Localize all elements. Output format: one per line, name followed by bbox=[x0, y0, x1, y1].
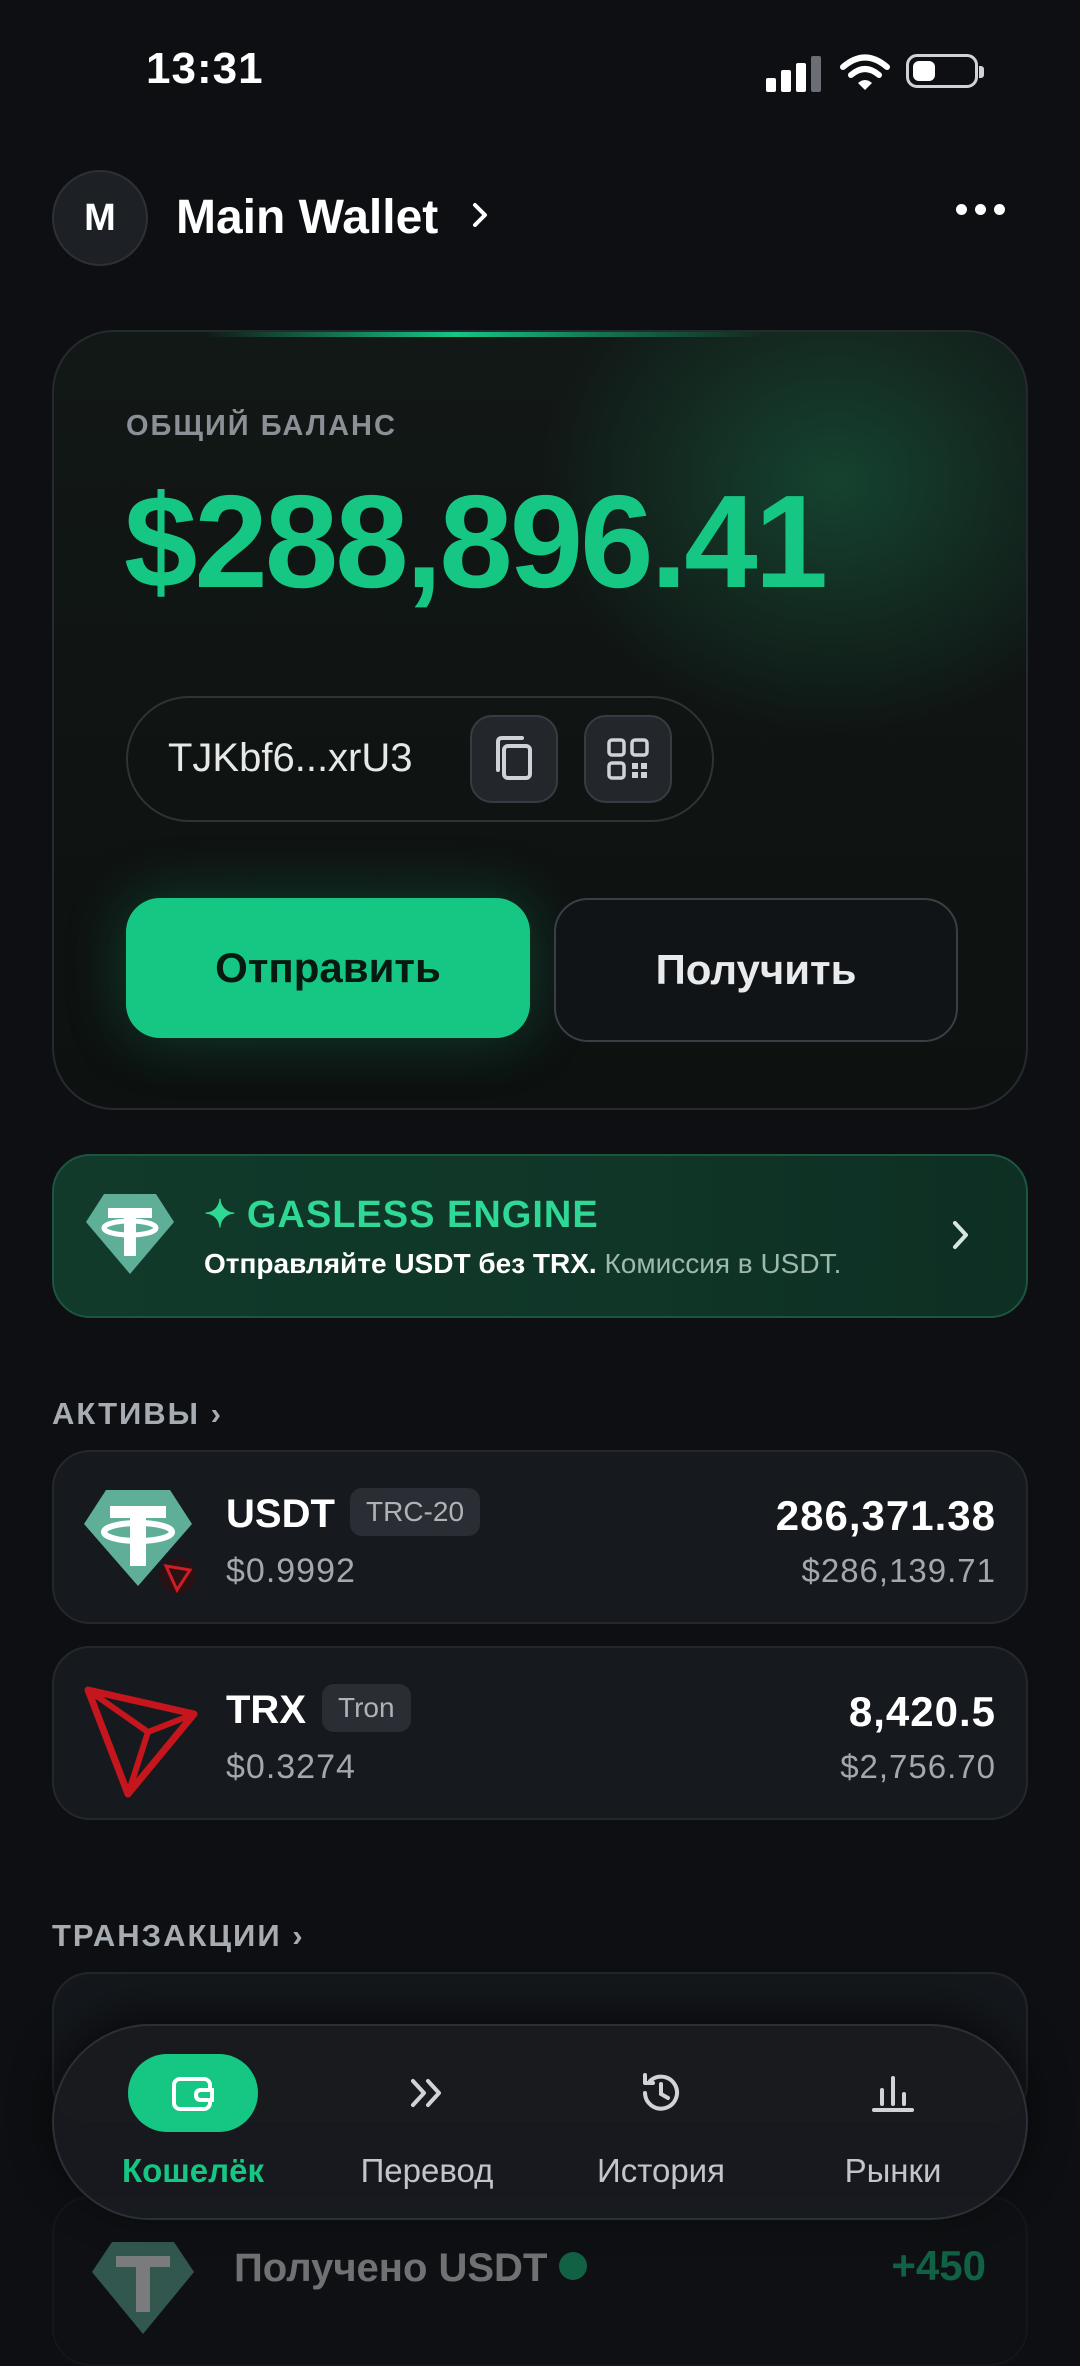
wallet-icon bbox=[172, 2077, 214, 2111]
address-pill: TJKbf6...xrU3 bbox=[126, 696, 714, 822]
nav-label: Рынки bbox=[844, 2152, 942, 2189]
gasless-title: ✦ GASLESS ENGINE bbox=[204, 1194, 599, 1236]
asset-usd-value: $286,139.71 bbox=[801, 1552, 996, 1589]
nav-label: Кошелёк bbox=[122, 2152, 264, 2189]
history-icon bbox=[643, 2073, 679, 2111]
asset-symbol: TRX bbox=[226, 1688, 306, 1732]
gasless-engine-banner[interactable]: ✦ GASLESS ENGINE Отправляйте USDT без TRX… bbox=[52, 1154, 1028, 1318]
transactions-section-title[interactable]: ТРАНЗАКЦИИ › bbox=[52, 1918, 305, 1954]
receive-button[interactable]: Получить bbox=[554, 898, 958, 1042]
asset-row-trx[interactable]: TRX Tron $0.3274 8,420.5 $2,756.70 bbox=[52, 1646, 1028, 1820]
tether-icon bbox=[86, 1194, 174, 1274]
transaction-amount: +450 bbox=[891, 2242, 986, 2289]
chevron-right-icon: › bbox=[292, 1918, 305, 1953]
send-button[interactable]: Отправить bbox=[126, 898, 530, 1038]
tether-icon bbox=[92, 2242, 194, 2334]
sparkle-icon: ✦ bbox=[204, 1194, 237, 1236]
status-time: 13:31 bbox=[146, 44, 264, 93]
copy-address-button[interactable] bbox=[470, 715, 558, 803]
bar-chart-icon bbox=[872, 2076, 914, 2112]
assets-section-title[interactable]: АКТИВЫ › bbox=[52, 1396, 223, 1432]
tether-icon bbox=[84, 1490, 200, 1598]
wallet-name[interactable]: Main Wallet bbox=[176, 190, 438, 245]
asset-price: $0.3274 bbox=[226, 1748, 356, 1786]
qr-code-icon bbox=[607, 738, 649, 780]
asset-symbol: USDT bbox=[226, 1492, 335, 1536]
network-badge: TRC-20 bbox=[350, 1488, 481, 1536]
balance-label: ОБЩИЙ БАЛАНС bbox=[126, 410, 397, 442]
asset-usd-value: $2,756.70 bbox=[840, 1748, 996, 1785]
avatar[interactable]: M bbox=[52, 170, 148, 266]
asset-amount: 286,371.38 bbox=[775, 1492, 996, 1539]
battery-icon bbox=[906, 54, 984, 88]
asset-row-usdt[interactable]: USDT TRC-20 $0.9992 286,371.38 $286,139.… bbox=[52, 1450, 1028, 1624]
wallet-address[interactable]: TJKbf6...xrU3 bbox=[168, 736, 413, 781]
qr-code-button[interactable] bbox=[584, 715, 672, 803]
transaction-title: Получено USDT bbox=[234, 2246, 588, 2291]
chevron-right-icon: › bbox=[210, 1396, 223, 1431]
nav-markets[interactable]: Рынки bbox=[778, 2026, 1008, 2222]
nav-label: Перевод bbox=[360, 2152, 494, 2189]
chevron-right-icon[interactable] bbox=[470, 200, 492, 230]
double-chevron-icon bbox=[411, 2079, 441, 2107]
asset-amount: 8,420.5 bbox=[848, 1688, 996, 1735]
cellular-signal-icon bbox=[766, 56, 821, 92]
balance-value: $288,896.41 bbox=[124, 468, 828, 615]
verified-check-icon bbox=[559, 2252, 588, 2281]
bottom-navigation: Кошелёк Перевод История Рынки bbox=[52, 2024, 1028, 2220]
card-accent-line bbox=[204, 332, 764, 337]
chevron-right-icon bbox=[953, 1221, 968, 1249]
network-badge: Tron bbox=[322, 1684, 411, 1732]
tron-icon bbox=[84, 1686, 198, 1798]
wifi-icon bbox=[840, 54, 890, 90]
nav-label: История bbox=[597, 2152, 725, 2189]
copy-icon bbox=[496, 736, 532, 780]
nav-transfer[interactable]: Перевод bbox=[312, 2026, 542, 2222]
asset-price: $0.9992 bbox=[226, 1552, 356, 1590]
nav-wallet[interactable]: Кошелёк bbox=[78, 2026, 308, 2222]
gasless-subtitle: Отправляйте USDT без TRX. Комиссия в USD… bbox=[204, 1248, 842, 1279]
nav-history[interactable]: История bbox=[546, 2026, 776, 2222]
more-options-icon[interactable] bbox=[956, 204, 1005, 215]
balance-card: ОБЩИЙ БАЛАНС $288,896.41 TJKbf6...xrU3 О… bbox=[52, 330, 1028, 1110]
